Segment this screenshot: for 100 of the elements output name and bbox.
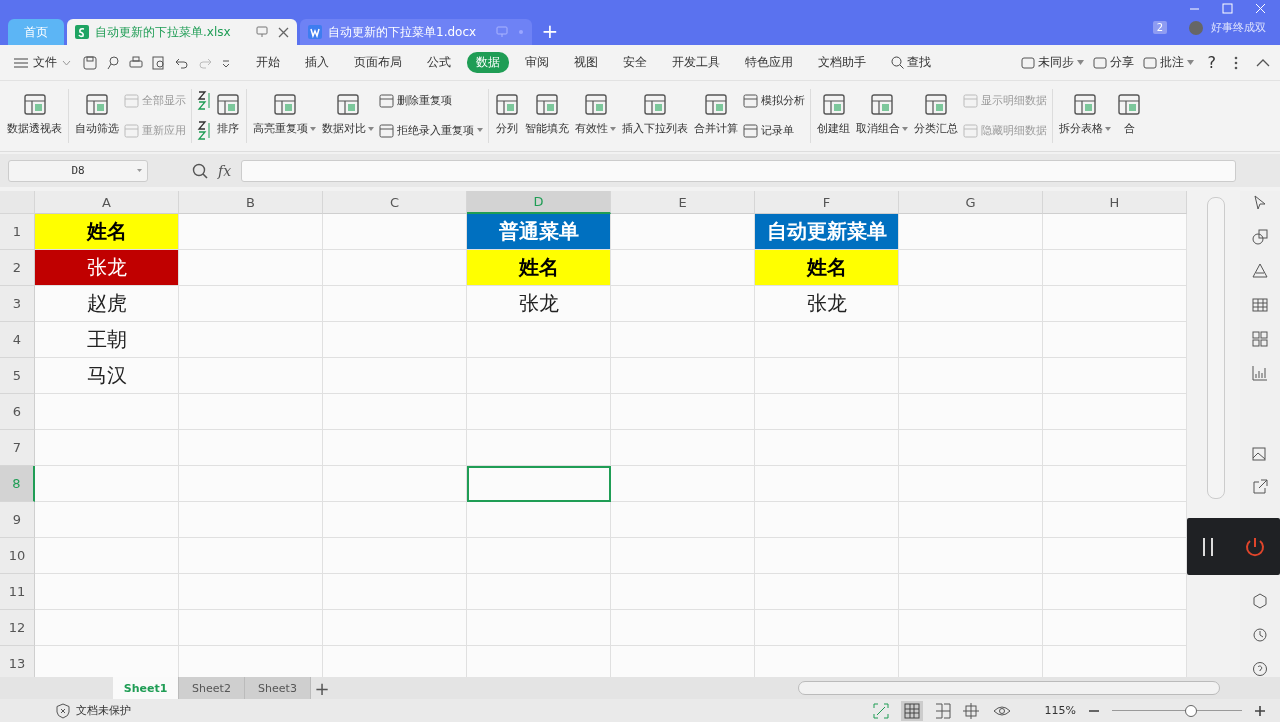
row-header[interactable]: 7 (0, 430, 35, 466)
sheet-tab[interactable]: Sheet3 (245, 677, 311, 699)
row-header[interactable]: 5 (0, 358, 35, 394)
formula-input[interactable] (241, 159, 1236, 182)
table-cell[interactable]: 普通菜单 (467, 214, 611, 250)
bar-chart-icon[interactable] (1252, 365, 1268, 381)
table-cell[interactable]: 张龙 (755, 286, 899, 322)
sort-icon[interactable] (197, 90, 211, 110)
row-header[interactable]: 12 (0, 610, 35, 646)
horizontal-scrollbar[interactable] (798, 681, 1220, 695)
help-icon[interactable] (1252, 661, 1268, 677)
table-cell[interactable]: 姓名 (35, 214, 179, 250)
brush-icon[interactable] (106, 55, 120, 70)
zoom-icon[interactable] (192, 162, 208, 179)
table-cell[interactable]: 姓名 (755, 250, 899, 286)
pin-icon[interactable] (256, 26, 268, 38)
ribbon-button[interactable]: 合并计算 (693, 92, 739, 138)
ribbon-tab[interactable]: 特色应用 (736, 52, 802, 73)
shapes-icon[interactable] (1252, 229, 1268, 245)
ribbon-button[interactable]: 记录单 (743, 122, 805, 138)
sheet-tab[interactable]: Sheet2 (179, 677, 245, 699)
ribbon-button[interactable]: 模拟分析 (743, 92, 805, 108)
select-all-corner[interactable] (0, 191, 35, 214)
protection-status[interactable]: 文档未保护 (76, 703, 131, 718)
ribbon-tab[interactable]: 开始 (247, 52, 289, 73)
preview-icon[interactable] (152, 55, 166, 70)
ribbon-tab[interactable]: 文档助手 (809, 52, 875, 73)
ribbon-button[interactable]: 取消组合 (855, 92, 909, 138)
column-header[interactable]: A (35, 191, 179, 214)
column-header[interactable]: G (899, 191, 1043, 214)
pause-icon[interactable] (1201, 536, 1216, 557)
search-button[interactable]: 查找 (882, 52, 940, 73)
slider-thumb[interactable] (1185, 704, 1198, 717)
ribbon-button[interactable]: 数据透视表 (6, 92, 63, 138)
more-caret-icon[interactable] (221, 57, 231, 68)
table-cell[interactable]: 王朝 (35, 322, 179, 358)
ribbon-button[interactable]: 分列 (494, 92, 520, 138)
toolbar-action[interactable]: 批注 (1142, 55, 1194, 70)
power-icon[interactable] (1243, 535, 1266, 558)
ribbon-button[interactable]: 拆分表格 (1058, 92, 1112, 138)
ribbon-tab[interactable]: 视图 (565, 52, 607, 73)
fullscreen-icon[interactable] (872, 702, 889, 719)
function-label[interactable]: fx (218, 162, 232, 179)
ribbon-button[interactable]: 排序 (215, 92, 241, 138)
history-icon[interactable] (1252, 627, 1268, 643)
add-sheet-button[interactable]: + (311, 677, 333, 699)
more-icon[interactable] (1234, 55, 1238, 70)
sort-icon[interactable] (197, 120, 211, 140)
row-header[interactable]: 1 (0, 214, 35, 250)
toolbar-action[interactable]: 未同步 (1020, 55, 1084, 70)
table-cell[interactable]: 张龙 (467, 286, 611, 322)
row-header[interactable]: 9 (0, 502, 35, 538)
print-icon[interactable] (129, 55, 143, 70)
ribbon-button[interactable]: 分类汇总 (913, 92, 959, 138)
column-header[interactable]: F (755, 191, 899, 214)
row-header[interactable]: 11 (0, 574, 35, 610)
close-icon[interactable] (278, 26, 289, 38)
vertical-scrollbar[interactable] (1207, 197, 1225, 499)
pointer-icon[interactable] (1252, 195, 1268, 211)
ribbon-button[interactable]: 智能填充 (524, 92, 570, 138)
zoom-level[interactable]: 115% (1044, 704, 1076, 717)
ribbon-button[interactable]: 拒绝录入重复项 (379, 122, 483, 138)
grid-icon[interactable] (1252, 331, 1268, 347)
collapse-icon[interactable] (1256, 58, 1270, 67)
crosshair-icon[interactable] (962, 702, 981, 719)
hexagon-icon[interactable] (1252, 593, 1268, 609)
row-header[interactable]: 3 (0, 286, 35, 322)
column-header[interactable]: B (179, 191, 323, 214)
dot-icon[interactable] (518, 29, 524, 35)
new-tab-button[interactable]: + (535, 17, 565, 45)
share-icon[interactable] (1252, 479, 1268, 495)
zoom-in-icon[interactable] (1254, 704, 1266, 717)
ribbon-tab[interactable]: 开发工具 (663, 52, 729, 73)
table-cell[interactable]: 自动更新菜单 (755, 214, 899, 250)
ribbon-tab[interactable]: 插入 (296, 52, 338, 73)
row-header[interactable]: 4 (0, 322, 35, 358)
file-menu[interactable]: 文件 (14, 54, 71, 71)
table-cell[interactable]: 张龙 (35, 250, 179, 286)
column-header[interactable]: H (1043, 191, 1187, 214)
name-box[interactable]: D8 (8, 159, 148, 182)
image-icon[interactable] (1252, 445, 1268, 461)
table-cell[interactable]: 姓名 (467, 250, 611, 286)
ribbon-button[interactable]: 数据对比 (321, 92, 375, 138)
row-header[interactable]: 13 (0, 646, 35, 677)
maximize-icon[interactable] (1222, 3, 1233, 14)
column-header[interactable]: E (611, 191, 755, 214)
save-icon[interactable] (83, 55, 97, 70)
column-header[interactable]: C (323, 191, 467, 214)
pin-icon[interactable] (496, 26, 508, 38)
ribbon-button[interactable]: 高亮重复项 (252, 92, 317, 138)
ribbon-button[interactable]: 有效性 (574, 92, 617, 138)
table-cell[interactable]: 赵虎 (35, 286, 179, 322)
table-cell[interactable]: 马汉 (35, 358, 179, 394)
ribbon-button[interactable]: 合 (1116, 92, 1142, 138)
row-header[interactable]: 6 (0, 394, 35, 430)
shield-icon[interactable] (56, 702, 70, 719)
ribbon-button[interactable]: 插入下拉列表 (621, 92, 689, 138)
ribbon-tab[interactable]: 公式 (418, 52, 460, 73)
grid-view-icon[interactable] (900, 700, 923, 721)
page-break-icon[interactable] (934, 702, 951, 719)
